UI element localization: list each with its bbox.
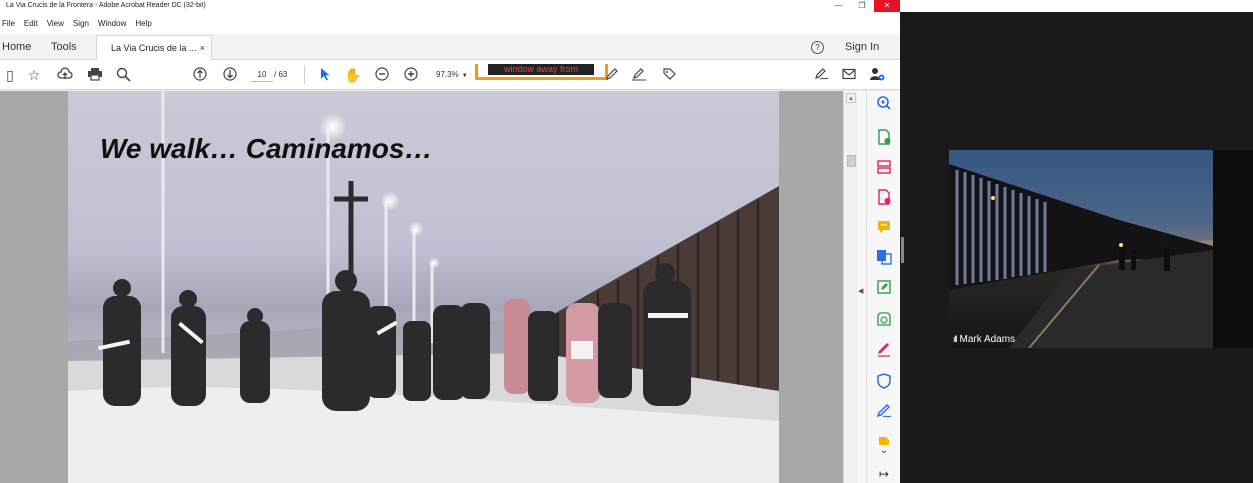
scroll-thumb[interactable]	[847, 155, 856, 167]
tools-pane: ⌄ ↦	[866, 91, 900, 483]
pane-toggle[interactable]: ◀	[858, 91, 866, 483]
overlay-text: window away from	[488, 64, 594, 75]
document-viewport[interactable]: We walk… Caminamos…	[0, 91, 843, 483]
export-pdf-icon[interactable]	[875, 189, 893, 207]
video-panel: ıll Mark Adams	[900, 12, 1253, 483]
menu-window[interactable]: Window	[98, 19, 126, 28]
search-zoom-icon[interactable]	[114, 67, 132, 83]
protect-shield-icon[interactable]	[875, 373, 893, 391]
zoom-value: 97.3%	[436, 70, 459, 79]
scroll-up-icon[interactable]: ▲	[846, 93, 856, 103]
sign-document-icon[interactable]	[813, 67, 831, 83]
comment-icon[interactable]	[875, 219, 893, 237]
chevron-left-icon: ◀	[858, 288, 864, 295]
tab-tools[interactable]: Tools	[51, 34, 77, 60]
organize-pages-icon[interactable]	[875, 159, 893, 177]
screen-share-overlay: window away from	[475, 64, 608, 80]
help-icon[interactable]: ?	[811, 41, 824, 54]
create-pdf-icon[interactable]	[875, 129, 893, 147]
participant-name: Mark Adams	[959, 334, 1016, 345]
menu-view[interactable]: View	[47, 19, 64, 28]
edit-pdf-icon[interactable]	[875, 279, 893, 297]
page-thumbnail-icon[interactable]: ▯	[4, 67, 16, 83]
chevron-down-icon: ▼	[461, 73, 468, 79]
vertical-scrollbar[interactable]: ▲	[843, 91, 858, 483]
select-cursor-icon[interactable]	[318, 67, 332, 83]
expand-pane-icon[interactable]: ↦	[875, 465, 893, 483]
stamp-tag-icon[interactable]	[660, 67, 678, 83]
document-tab-label: La Via Crucis de la ...	[111, 43, 197, 53]
close-tab-icon[interactable]: ×	[200, 36, 205, 60]
tab-bar: Home Tools La Via Crucis de la ... × ? S…	[0, 34, 900, 60]
bookmark-star-icon[interactable]: ☆	[26, 67, 42, 83]
scan-ocr-icon[interactable]	[875, 311, 893, 329]
fill-sign-icon[interactable]	[630, 67, 648, 83]
fill-sign-tool-icon[interactable]	[875, 341, 893, 359]
chevron-down-tools-icon[interactable]: ⌄	[875, 446, 893, 456]
email-icon[interactable]	[841, 67, 857, 83]
window-controls: — ❐ ✕	[826, 0, 900, 12]
menu-file[interactable]: File	[2, 19, 15, 28]
title-bar: La Via Crucis de la Frontera - Adobe Acr…	[0, 0, 900, 12]
participant-video	[949, 150, 1213, 348]
menu-edit[interactable]: Edit	[24, 19, 38, 28]
next-page-icon[interactable]	[222, 67, 238, 83]
tab-document[interactable]: La Via Crucis de la ... ×	[96, 35, 212, 60]
panel-resize-handle[interactable]	[901, 237, 904, 263]
slide-page: We walk… Caminamos…	[68, 91, 779, 483]
zoom-in-tool-icon[interactable]	[875, 95, 893, 113]
previous-page-icon[interactable]	[192, 67, 208, 83]
video-scene	[949, 150, 1213, 348]
toolbar: ▯ ☆ 10 / 63 ✋ 97.3% ▼ window away from	[0, 60, 900, 90]
highlight-pen-icon[interactable]	[604, 67, 620, 83]
minimize-button[interactable]: —	[826, 0, 850, 12]
hand-tool-icon[interactable]: ✋	[344, 67, 361, 83]
tab-home[interactable]: Home	[2, 34, 31, 60]
zoom-out-icon[interactable]	[374, 67, 390, 83]
more-tools-icon[interactable]	[875, 433, 893, 445]
toolbar-divider	[304, 66, 305, 84]
close-window-button[interactable]: ✕	[874, 0, 900, 12]
page-total: / 63	[274, 70, 288, 79]
window-title: La Via Crucis de la Frontera - Adobe Acr…	[6, 2, 206, 9]
maximize-button[interactable]: ❐	[850, 0, 874, 12]
zoom-in-icon[interactable]	[403, 67, 419, 83]
share-user-icon[interactable]	[868, 67, 886, 83]
menu-help[interactable]: Help	[135, 19, 151, 28]
menu-bar: File Edit View Sign Window Help	[0, 12, 900, 34]
combine-files-icon[interactable]	[875, 249, 893, 267]
upload-cloud-icon[interactable]	[56, 67, 74, 83]
zoom-dropdown[interactable]: 97.3% ▼	[436, 68, 476, 83]
certificate-sign-icon[interactable]	[875, 403, 893, 421]
menu-sign[interactable]: Sign	[73, 19, 89, 28]
page-number-input[interactable]: 10	[251, 68, 273, 82]
participant-video-tile[interactable]: ıll Mark Adams	[949, 150, 1253, 348]
sign-in-link[interactable]: Sign In	[845, 34, 879, 60]
signal-strength-icon: ıll	[953, 334, 957, 344]
participant-name-label: ıll Mark Adams	[953, 334, 1015, 345]
print-icon[interactable]	[86, 67, 104, 83]
slide-title: We walk… Caminamos…	[100, 133, 433, 164]
acrobat-window: La Via Crucis de la Frontera - Adobe Acr…	[0, 0, 900, 483]
